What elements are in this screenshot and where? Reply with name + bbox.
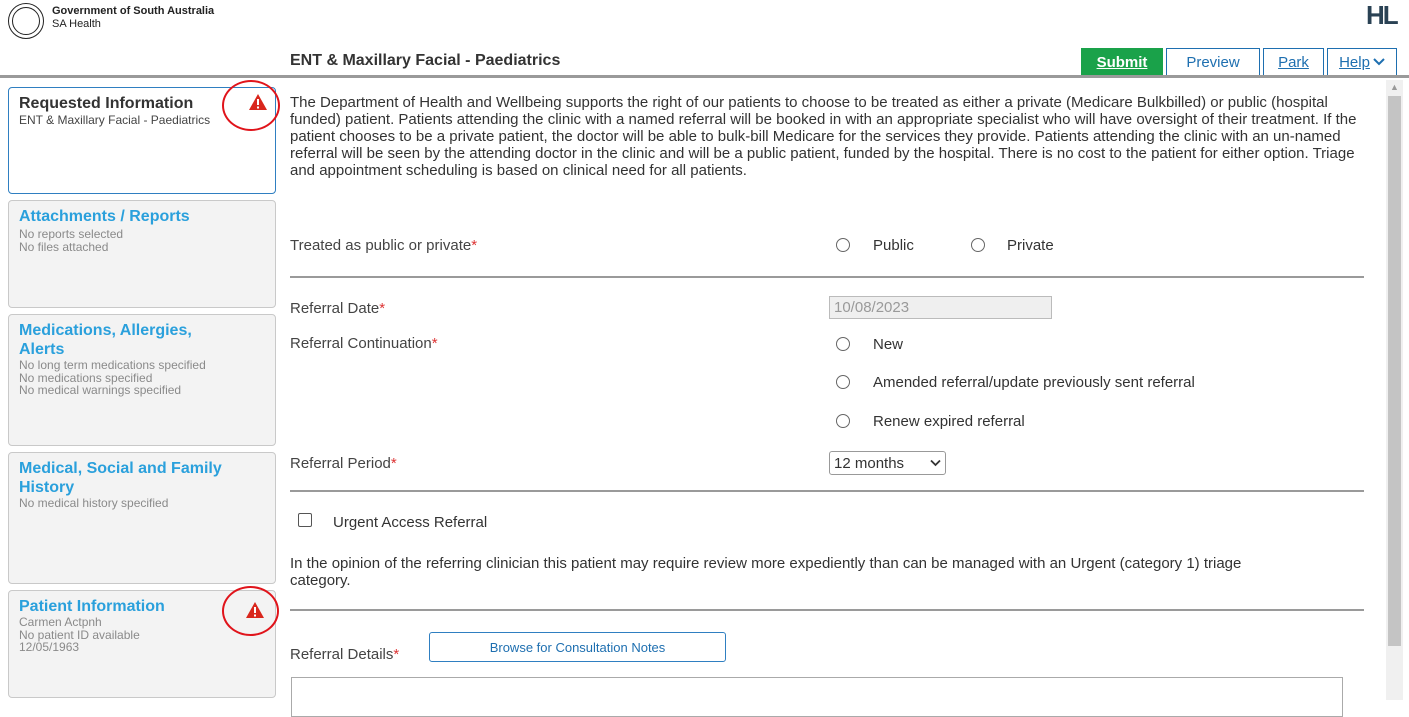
referral-period-label: Referral Period* bbox=[290, 455, 397, 472]
chevron-down-icon bbox=[930, 459, 941, 467]
sidebar-item-label: Alerts bbox=[19, 341, 65, 358]
referral-period-value: 12 months bbox=[834, 454, 905, 472]
sidebar-item-label: History bbox=[19, 479, 75, 496]
treated-label: Treated as public or private* bbox=[290, 237, 478, 254]
sidebar-item-medical-social-family-history[interactable]: Medical, Social and Family History No me… bbox=[8, 452, 276, 584]
amended-option-label: Amended referral/update previously sent … bbox=[873, 374, 1195, 391]
sidebar-item-summary: No medical history specified bbox=[19, 496, 169, 510]
warning-highlight-ring bbox=[222, 80, 280, 131]
new-option-label: New bbox=[873, 336, 904, 353]
park-label: Park bbox=[1278, 53, 1309, 71]
urgent-access-checkbox[interactable] bbox=[298, 513, 312, 527]
referral-period-select[interactable]: 12 months bbox=[829, 451, 946, 475]
brand-logo: HL bbox=[1366, 0, 1399, 30]
header-divider bbox=[0, 75, 1409, 78]
form-title: ENT & Maxillary Facial - Paediatrics bbox=[290, 52, 561, 69]
private-radio[interactable] bbox=[971, 238, 985, 252]
help-label: Help bbox=[1339, 53, 1370, 71]
renew-option-label: Renew expired referral bbox=[873, 413, 1025, 430]
section-divider bbox=[290, 276, 1364, 278]
amended-radio[interactable] bbox=[836, 375, 850, 389]
sidebar-item-medications-allergies-alerts[interactable]: Medications, Allergies, Alerts No long t… bbox=[8, 314, 276, 446]
sidebar-item-label: Attachments / Reports bbox=[19, 208, 190, 225]
submit-button[interactable]: Submit bbox=[1081, 48, 1163, 75]
public-option-label: Public bbox=[873, 237, 914, 254]
sidebar-item-summary: No files attached bbox=[19, 239, 109, 254]
renew-radio[interactable] bbox=[836, 414, 850, 428]
sidebar-item-label: Medical, Social and Family bbox=[19, 460, 222, 477]
warning-highlight-ring bbox=[222, 586, 279, 636]
private-option-label: Private bbox=[1007, 237, 1054, 254]
scrollbar-thumb[interactable] bbox=[1388, 96, 1401, 646]
section-divider bbox=[290, 490, 1364, 492]
sidebar-item-summary: No long term medications specified bbox=[19, 358, 206, 372]
scroll-up-arrow[interactable]: ▲ bbox=[1386, 82, 1403, 94]
sidebar-item-summary: No medical warnings specified bbox=[19, 383, 182, 397]
browse-consultation-notes-button[interactable]: Browse for Consultation Notes bbox=[429, 632, 726, 662]
sidebar-item-attachments-reports[interactable]: Attachments / Reports No reports selecte… bbox=[8, 200, 276, 308]
submit-label: Submit bbox=[1096, 53, 1148, 71]
referral-details-textarea[interactable] bbox=[291, 677, 1343, 717]
intro-paragraph: The Department of Health and Wellbeing s… bbox=[290, 94, 1357, 179]
sidebar-item-summary: No reports selected bbox=[19, 227, 124, 241]
new-radio[interactable] bbox=[836, 337, 850, 351]
referral-continuation-label: Referral Continuation* bbox=[290, 335, 438, 352]
gov-sub: SA Health bbox=[52, 18, 101, 30]
urgent-note: In the opinion of the referring clinicia… bbox=[290, 555, 1242, 589]
section-divider bbox=[290, 609, 1364, 611]
park-button[interactable]: Park bbox=[1263, 48, 1324, 75]
urgent-access-label: Urgent Access Referral bbox=[333, 514, 488, 531]
sa-government-logo bbox=[8, 3, 44, 39]
referral-date-label: Referral Date* bbox=[290, 300, 386, 317]
preview-label: Preview bbox=[1186, 53, 1240, 71]
referral-details-label: Referral Details* bbox=[290, 646, 400, 663]
chevron-down-icon bbox=[1373, 58, 1385, 66]
gov-name: Government of South Australia bbox=[52, 5, 215, 17]
help-button[interactable]: Help bbox=[1327, 48, 1397, 75]
referral-date-field[interactable]: 10/08/2023 bbox=[829, 296, 1052, 319]
preview-button[interactable]: Preview bbox=[1166, 48, 1260, 75]
sidebar-item-label: Medications, Allergies, bbox=[19, 322, 192, 339]
sidebar-item-summary: 12/05/1963 bbox=[19, 640, 80, 654]
public-radio[interactable] bbox=[836, 238, 850, 252]
